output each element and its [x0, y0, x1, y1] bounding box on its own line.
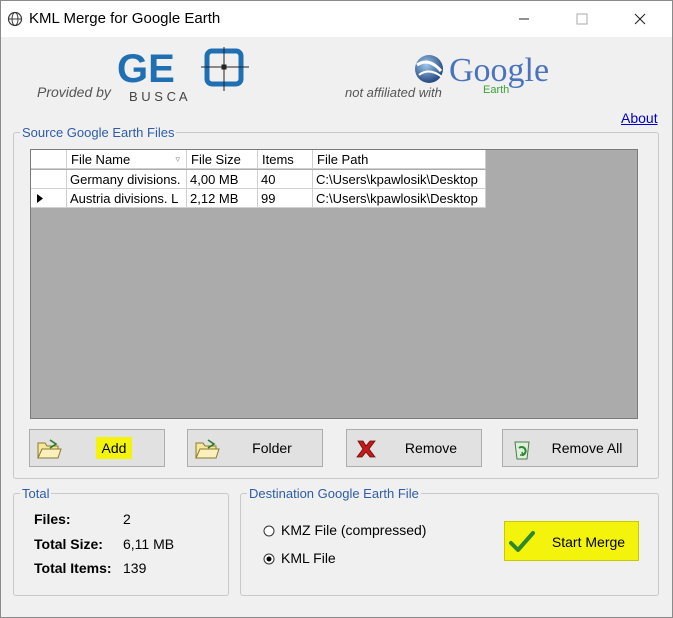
cell-items: 99 [258, 189, 313, 208]
start-merge-button[interactable]: Start Merge [504, 521, 639, 561]
folder-icon [194, 437, 220, 461]
geobusca-logo: GE B U S C A [117, 47, 249, 103]
title-bar[interactable]: KML Merge for Google Earth [1, 1, 672, 37]
recycle-bin-icon [509, 437, 535, 461]
remove-all-button-label: Remove All [551, 440, 623, 456]
cell-file-size: 2,12 MB [187, 189, 258, 208]
add-button-label: Add [95, 437, 133, 459]
column-header-file-name[interactable]: File Name ▿ [67, 150, 187, 169]
column-header-file-size[interactable]: File Size [187, 150, 258, 169]
close-button[interactable] [617, 1, 663, 37]
files-grid[interactable]: File Name ▿ File Size Items File Path Ger… [30, 149, 638, 419]
kmz-radio[interactable] [263, 525, 275, 537]
remove-button-label: Remove [404, 440, 458, 456]
remove-button[interactable]: Remove [346, 429, 482, 467]
minimize-button[interactable] [501, 1, 547, 37]
green-check-icon [509, 530, 535, 554]
column-header-items[interactable]: Items [258, 150, 313, 169]
source-files-title: Source Google Earth Files [22, 125, 175, 140]
cell-file-name: Germany divisions. [67, 170, 187, 189]
provided-by-text: Provided by [37, 84, 111, 100]
kml-radio-label[interactable]: KML File [281, 550, 336, 566]
files-count-value: 2 [123, 511, 131, 527]
cell-file-size: 4,00 MB [187, 170, 258, 189]
sort-icon: ▿ [175, 154, 180, 164]
red-x-icon [353, 437, 379, 461]
remove-all-button[interactable]: Remove All [502, 429, 638, 467]
total-size-label: Total Size: [34, 536, 103, 552]
current-row-arrow-icon [37, 194, 43, 203]
google-earth-logo: Google Earth [415, 52, 549, 96]
grid-header: File Name ▿ File Size Items File Path [31, 150, 486, 170]
start-merge-label: Start Merge [551, 534, 626, 550]
folder-add-icon [36, 437, 62, 461]
cell-file-path: C:\Users\kpawlosik\Desktop [313, 189, 486, 208]
total-title: Total [22, 486, 50, 501]
add-button[interactable]: Add [29, 429, 165, 467]
about-link[interactable]: About [621, 110, 658, 126]
total-items-value: 139 [123, 560, 147, 576]
destination-title: Destination Google Earth File [249, 486, 419, 501]
column-header-file-path[interactable]: File Path [313, 150, 486, 169]
window-title: KML Merge for Google Earth [29, 10, 221, 27]
app-window: KML Merge for Google Earth Provided by G… [0, 0, 673, 618]
table-row[interactable]: Germany divisions. 4,00 MB 40 C:\Users\k… [31, 170, 486, 189]
kmz-radio-label[interactable]: KMZ File (compressed) [281, 522, 426, 538]
cell-file-name: Austria divisions. L [67, 189, 187, 208]
total-size-value: 6,11 MB [123, 536, 175, 552]
folder-button[interactable]: Folder [187, 429, 323, 467]
row-header[interactable] [31, 189, 67, 208]
table-row[interactable]: Austria divisions. L 2,12 MB 99 C:\Users… [31, 189, 486, 208]
geo-logo-letters: GE [117, 47, 175, 91]
row-header[interactable] [31, 170, 67, 189]
maximize-button[interactable] [559, 1, 605, 37]
folder-button-label: Folder [252, 440, 292, 456]
busca-logo-letters: B U S C A [129, 89, 188, 103]
earth-logo-word: Earth [483, 84, 509, 96]
total-items-label: Total Items: [34, 560, 112, 576]
cell-items: 40 [258, 170, 313, 189]
app-globe-icon [7, 11, 23, 27]
files-count-label: Files: [34, 511, 71, 527]
cell-file-path: C:\Users\kpawlosik\Desktop [313, 170, 486, 189]
grid-corner-cell[interactable] [31, 150, 67, 169]
kml-radio[interactable] [263, 553, 275, 565]
